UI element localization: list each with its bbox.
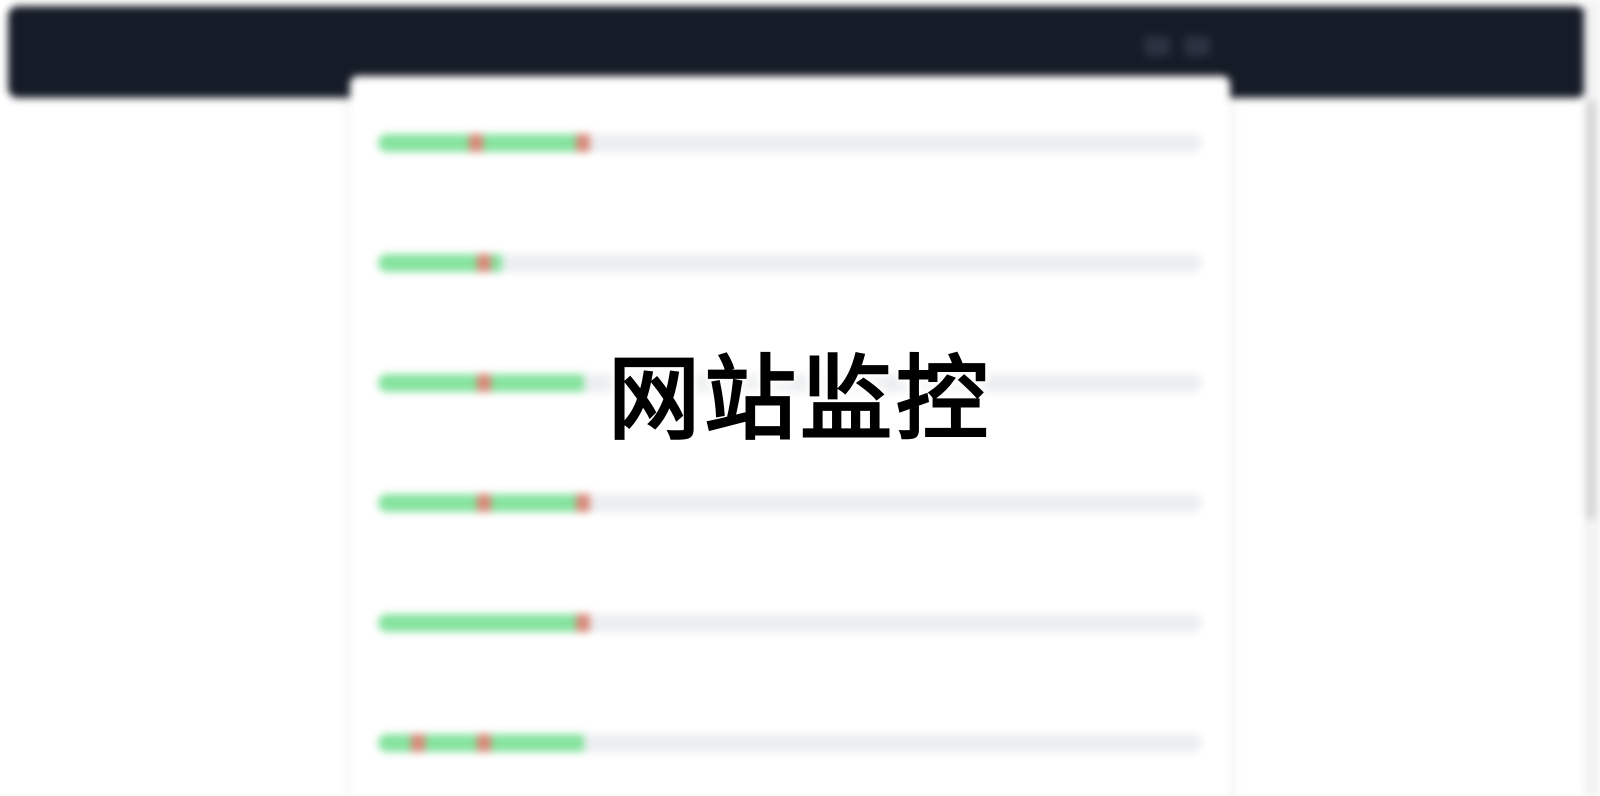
monitor-item[interactable] — [378, 232, 1202, 322]
uptime-bar-fill — [378, 614, 584, 632]
downtime-marker — [477, 734, 491, 752]
scrollbar-thumb[interactable] — [1586, 100, 1596, 520]
uptime-bar — [378, 254, 1202, 272]
monitor-item[interactable] — [378, 112, 1202, 202]
downtime-marker — [576, 494, 590, 512]
screenshot-stage: 网站监控 — [0, 0, 1600, 796]
downtime-marker — [469, 134, 483, 152]
nav-button-1[interactable] — [1144, 36, 1170, 56]
uptime-bar — [378, 494, 1202, 512]
downtime-marker — [477, 494, 491, 512]
monitor-item[interactable] — [378, 472, 1202, 562]
nav-button-2[interactable] — [1184, 36, 1210, 56]
overlay-title: 网站监控 — [607, 346, 992, 453]
monitor-item[interactable] — [378, 712, 1202, 796]
downtime-marker — [576, 614, 590, 632]
downtime-marker — [576, 134, 590, 152]
uptime-bar — [378, 734, 1202, 752]
downtime-marker — [411, 734, 425, 752]
uptime-bar — [378, 134, 1202, 152]
uptime-bar — [378, 614, 1202, 632]
downtime-marker — [477, 254, 491, 272]
monitor-item[interactable] — [378, 592, 1202, 682]
